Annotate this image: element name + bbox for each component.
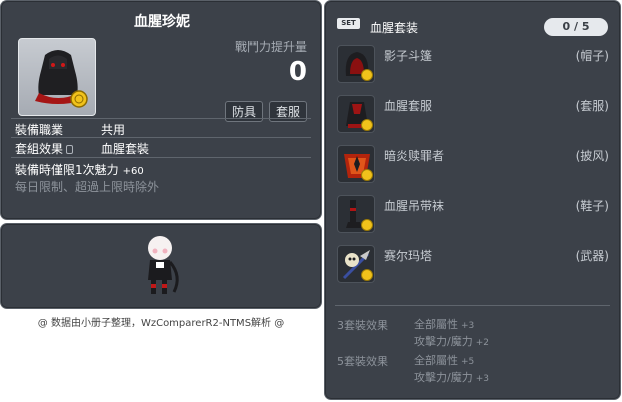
set-badge: SET xyxy=(337,18,360,29)
cape-icon xyxy=(337,145,375,183)
piece-name: 影子斗篷 xyxy=(384,49,433,63)
bonus-stat: 全部屬性 xyxy=(414,354,458,367)
set-piece[interactable]: 影子斗篷 (帽子) xyxy=(337,45,609,85)
bonus-stat-value: +3 xyxy=(461,321,475,331)
bonus-stat: 攻擊力/魔力 xyxy=(414,371,473,384)
divider xyxy=(11,157,311,158)
item-title: 血腥珍妮 xyxy=(134,14,190,30)
overall-icon xyxy=(337,95,375,133)
bonus-stat-value: +2 xyxy=(475,338,489,348)
set-bonus: 3套裝效果 全部屬性 +3 攻擊力/魔力 +2 xyxy=(337,317,489,348)
costume-icon xyxy=(35,50,88,108)
item-icon xyxy=(18,38,96,116)
daily-limit-note: 每日限制、超過上限時除外 xyxy=(15,180,160,194)
set-piece[interactable]: 赛尔玛塔 (武器) xyxy=(337,245,609,285)
set-effect-value: 血腥套裝 xyxy=(101,142,150,156)
set-piece[interactable]: 暗炎赎罪者 (披风) xyxy=(337,145,609,185)
hood-icon xyxy=(337,45,375,83)
set-title: 血腥套装 xyxy=(370,21,419,35)
character-avatar xyxy=(148,236,179,294)
set-panel: SET 血腥套装 0 / 5 影子斗篷 (帽子) 血腥套服 (套服) 暗炎赎罪者… xyxy=(324,0,621,400)
bonus-label: 5套裝效果 xyxy=(337,355,388,368)
set-effect-row: 套組效果 血腥套裝 xyxy=(15,140,149,157)
bonus-stat-value: +3 xyxy=(475,374,489,384)
set-count: 0 / 5 xyxy=(544,18,608,36)
bonus-label: 3套裝效果 xyxy=(337,319,388,332)
job-label: 裝備職業 xyxy=(15,123,64,137)
limit-text: 裝備時僅限1次魅力 xyxy=(15,163,119,177)
equip-limit: 裝備時僅限1次魅力 +60 xyxy=(15,161,144,178)
item-tooltip: 血腥珍妮 戰鬥力提升量 0 防具 套服 裝備職業 共用 套組效果 血腥套裝 裝備… xyxy=(0,0,322,220)
divider xyxy=(11,137,311,138)
piece-slot: (武器) xyxy=(575,249,609,263)
set-piece[interactable]: 血腥吊带袜 (鞋子) xyxy=(337,195,609,235)
set-piece[interactable]: 血腥套服 (套服) xyxy=(337,95,609,135)
divider xyxy=(11,118,311,119)
piece-slot: (鞋子) xyxy=(575,199,609,213)
piece-slot: (披风) xyxy=(575,149,609,163)
credit-text: @ 数据由小册子整理，WzComparerR2-NTMS解析 @ xyxy=(37,318,285,329)
weapon-icon xyxy=(337,245,375,283)
bonus-stat: 全部屬性 xyxy=(414,318,458,331)
piece-slot: (套服) xyxy=(575,99,609,113)
combat-power-label: 戰鬥力提升量 xyxy=(234,40,307,54)
piece-name: 暗炎赎罪者 xyxy=(384,149,445,163)
piece-name: 血腥吊带袜 xyxy=(384,199,445,213)
lock-icon xyxy=(66,145,74,154)
job-row: 裝備職業 共用 xyxy=(15,121,125,138)
piece-slot: (帽子) xyxy=(575,49,609,63)
piece-name: 血腥套服 xyxy=(384,99,433,113)
stockings-icon xyxy=(337,195,375,233)
bonus-stat: 攻擊力/魔力 xyxy=(414,335,473,348)
bonus-stat-value: +5 xyxy=(461,357,475,367)
limit-plus: +60 xyxy=(122,166,144,177)
set-effect-label: 套組效果 xyxy=(15,142,64,156)
set-bonus: 5套裝效果 全部屬性 +5 攻擊力/魔力 +3 xyxy=(337,353,489,384)
piece-name: 赛尔玛塔 xyxy=(384,249,433,263)
combat-power-value: 0 xyxy=(288,57,307,87)
job-value: 共用 xyxy=(101,123,126,137)
divider xyxy=(335,305,610,306)
